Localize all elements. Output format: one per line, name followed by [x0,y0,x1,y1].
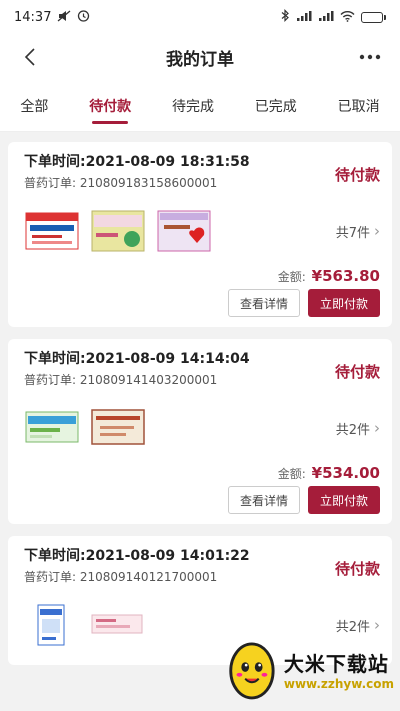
order-amount: ¥534.00 [311,464,380,482]
order-amount: ¥563.80 [311,267,380,285]
product-image [24,406,80,450]
product-image [90,406,146,450]
amount-label: 金额: [277,270,306,284]
item-count[interactable]: 共7件 › [336,222,380,241]
order-number: 普药订单: 210809183158600001 [24,176,218,190]
order-number: 普药订单: 210809140121700001 [24,570,218,584]
watermark: 大米下载站 www.zzhyw.com [224,629,394,709]
amount-row: 金额: ¥534.00 [24,464,380,482]
tab-pending-payment[interactable]: 待付款 [83,82,137,130]
watermark-url: www.zzhyw.com [283,676,394,691]
wifi-icon [340,10,355,25]
product-image [90,209,146,253]
product-image [24,603,80,647]
tab-cancelled[interactable]: 已取消 [332,82,386,130]
tab-all[interactable]: 全部 [14,82,54,130]
page-title: 我的订单 [166,49,234,70]
order-card[interactable]: 下单时间:2021-08-09 18:31:58 普药订单: 210809183… [8,142,392,327]
egg-logo-icon [229,642,275,700]
product-image [24,209,80,253]
order-status: 待付款 [334,166,380,184]
battery-icon [361,11,386,23]
more-button[interactable] [354,41,386,73]
back-button[interactable] [14,41,46,73]
signal-icon-1 [296,10,312,25]
chevron-right-icon: › [374,419,380,437]
order-list: 下单时间:2021-08-09 18:31:58 普药订单: 210809183… [0,132,400,665]
order-status: 待付款 [334,363,380,381]
bluetooth-icon [281,9,290,25]
order-time: 下单时间:2021-08-09 14:14:04 [24,351,250,367]
mute-icon [57,10,71,25]
amount-row: 金额: ¥563.80 [24,267,380,285]
clock: 14:37 [14,9,52,25]
more-dots-icon [359,54,381,60]
order-time: 下单时间:2021-08-09 18:31:58 [24,154,250,170]
product-image [156,209,212,253]
chevron-left-icon [24,48,35,66]
order-number: 普药订单: 210809141403200001 [24,373,218,387]
pay-now-button[interactable]: 立即付款 [308,289,380,317]
chevron-right-icon: › [374,222,380,240]
watermark-title: 大米下载站 [283,651,389,676]
view-details-button[interactable]: 查看详情 [228,486,300,514]
view-details-button[interactable]: 查看详情 [228,289,300,317]
order-time: 下单时间:2021-08-09 14:01:22 [24,548,250,564]
alarm-icon [77,9,90,25]
product-row[interactable]: 共7件 › [24,201,380,261]
order-card[interactable]: 下单时间:2021-08-09 14:14:04 普药订单: 210809141… [8,339,392,524]
signal-icon-2 [318,10,334,25]
nav-bar: 我的订单 [0,34,400,80]
item-count[interactable]: 共2件 › [336,419,380,438]
pay-now-button[interactable]: 立即付款 [308,486,380,514]
amount-label: 金额: [277,467,306,481]
tab-pending-completion[interactable]: 待完成 [166,82,220,130]
order-status: 待付款 [334,560,380,578]
status-bar: 14:37 [0,0,400,34]
product-row[interactable]: 共2件 › [24,398,380,458]
tab-completed[interactable]: 已完成 [249,82,303,130]
product-image [90,603,146,647]
order-tabs: 全部 待付款 待完成 已完成 已取消 [0,80,400,132]
